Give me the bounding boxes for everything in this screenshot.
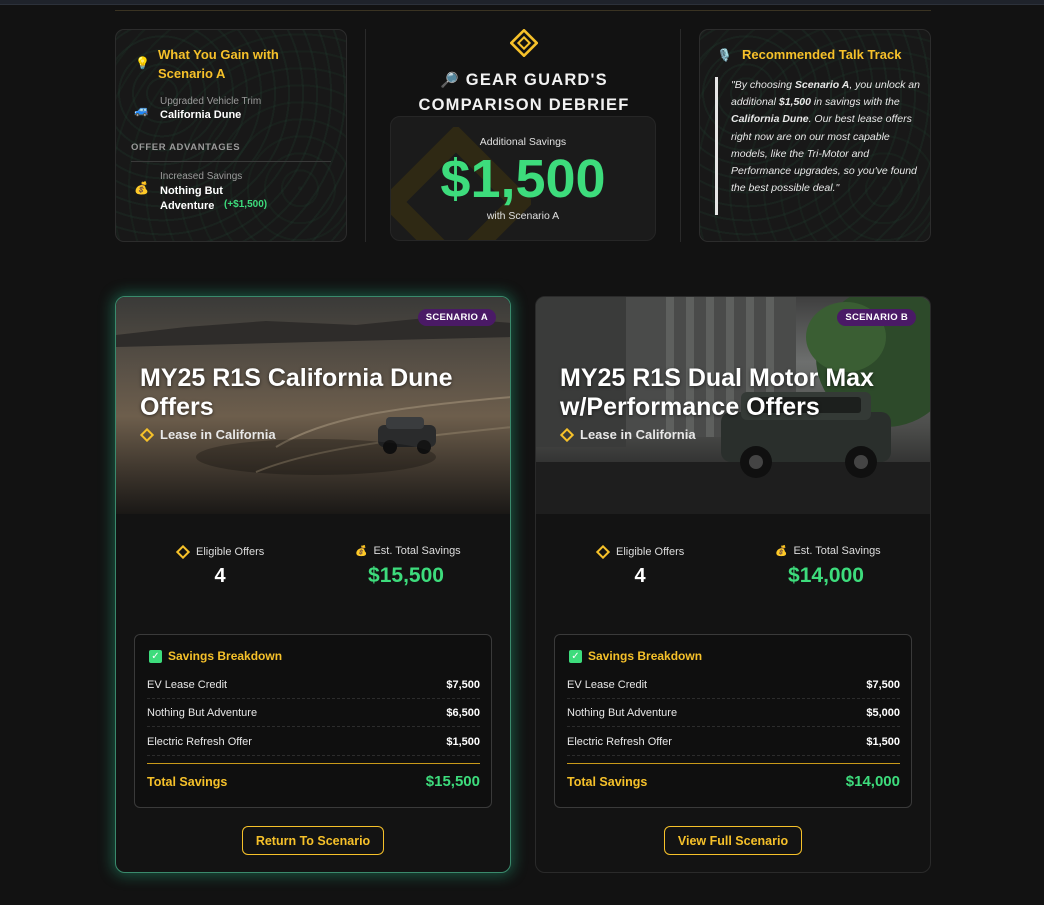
breakdown-row: Electric Refresh Offer $1,500 bbox=[567, 728, 900, 756]
money-bag-icon: 💰 bbox=[775, 545, 788, 557]
lightbulb-icon: 💡 bbox=[135, 56, 150, 70]
scenario-a-est-value: $15,500 bbox=[368, 564, 444, 587]
advantages-divider bbox=[131, 161, 331, 162]
scenario-b-est-label: 💰 Est. Total Savings bbox=[775, 545, 881, 557]
scenario-a-breakdown: ✓ Savings Breakdown EV Lease Credit $7,50… bbox=[134, 634, 492, 808]
scenario-a-est-label: 💰 Est. Total Savings bbox=[355, 545, 461, 557]
breakdown-row: EV Lease Credit $7,500 bbox=[567, 671, 900, 699]
scenario-b-badge: SCENARIO B bbox=[837, 309, 916, 326]
breakdown-row: Nothing But Adventure $5,000 bbox=[567, 699, 900, 727]
scenario-a-breakdown-title: ✓ Savings Breakdown bbox=[149, 649, 282, 663]
scenario-b-card: SCENARIO B MY25 R1S Dual Motor Max w/Per… bbox=[535, 296, 931, 873]
scenario-b-eligible-value: 4 bbox=[634, 565, 646, 587]
additional-savings-box: Additional Savings $1,500 with Scenario … bbox=[390, 116, 656, 241]
savings-delta: (+$1,500) bbox=[224, 199, 268, 210]
scenario-b-eligible-label: Eligible Offers bbox=[596, 545, 684, 559]
panel-divider-left bbox=[365, 29, 366, 242]
breakdown-row: Electric Refresh Offer $1,500 bbox=[147, 728, 480, 756]
scenario-b-est-value: $14,000 bbox=[788, 564, 864, 587]
diamond-icon bbox=[596, 545, 610, 559]
scenario-b-hero-image: SCENARIO B MY25 R1S Dual Motor Max w/Per… bbox=[536, 297, 930, 514]
advantages-heading: OFFER ADVANTAGES bbox=[131, 142, 241, 153]
magnifier-icon: 🔎 bbox=[440, 72, 460, 89]
gain-panel: 💡 What You Gain with Scenario A 🚙 Upgrad… bbox=[115, 29, 347, 242]
talk-track-panel: 🎙️ Recommended Talk Track "By choosing S… bbox=[699, 29, 931, 242]
gain-title: What You Gain with Scenario A bbox=[158, 47, 279, 81]
scenario-b-title: MY25 R1S Dual Motor Max w/Performance Of… bbox=[560, 364, 874, 421]
microphone-icon: 🎙️ bbox=[717, 48, 732, 62]
diamond-icon bbox=[560, 427, 574, 442]
additional-savings-sub: with Scenario A bbox=[486, 210, 560, 222]
scenario-a-eligible-value: 4 bbox=[214, 565, 226, 587]
breakdown-row: Nothing But Adventure $6,500 bbox=[147, 699, 480, 727]
total-divider bbox=[567, 763, 900, 764]
top-divider bbox=[115, 10, 931, 11]
talk-track-quote: "By choosing Scenario A, you unlock an a… bbox=[731, 79, 920, 195]
scenario-b-lease-text: Lease in California bbox=[580, 427, 696, 442]
additional-savings-value: $1,500 bbox=[440, 149, 606, 209]
scenario-a-hero-image: SCENARIO A MY25 R1S California Dune Offe… bbox=[116, 297, 510, 514]
breakdown-row: EV Lease Credit $7,500 bbox=[147, 671, 480, 699]
total-divider bbox=[147, 763, 480, 764]
money-bag-icon: 💰 bbox=[355, 545, 368, 557]
check-icon: ✓ bbox=[149, 649, 162, 663]
scenario-a-title: MY25 R1S California Dune Offers bbox=[140, 364, 453, 421]
diamond-logo-icon bbox=[510, 29, 538, 57]
money-bag-icon: 💰 bbox=[134, 181, 149, 195]
trim-value: California Dune bbox=[160, 109, 242, 121]
panel-divider-right bbox=[680, 29, 681, 242]
talk-track-title: Recommended Talk Track bbox=[742, 47, 902, 62]
savings-label: Increased Savings bbox=[160, 171, 243, 182]
window-top-strip bbox=[0, 0, 1044, 5]
diamond-icon bbox=[140, 427, 154, 442]
scenario-a-badge: SCENARIO A bbox=[417, 309, 496, 326]
quote-bar bbox=[715, 77, 718, 215]
scenario-a-total: Total Savings $15,500 bbox=[147, 773, 480, 790]
scenario-a-card: SCENARIO A MY25 R1S California Dune Offe… bbox=[115, 296, 511, 873]
scenario-b-lease: Lease in California bbox=[560, 427, 696, 442]
return-to-scenario-button[interactable]: Return To Scenario bbox=[242, 826, 384, 855]
car-icon: 🚙 bbox=[134, 103, 149, 117]
diamond-icon bbox=[176, 545, 190, 559]
scenario-a-lease-text: Lease in California bbox=[160, 427, 276, 442]
debrief-title: 🔎 GEAR GUARD'S COMPARISON DEBRIEF bbox=[392, 68, 656, 117]
trim-label: Upgraded Vehicle Trim bbox=[160, 96, 262, 107]
check-icon: ✓ bbox=[569, 649, 582, 663]
scenario-a-eligible-label: Eligible Offers bbox=[176, 545, 264, 559]
view-full-scenario-button[interactable]: View Full Scenario bbox=[664, 826, 802, 855]
scenario-b-breakdown: ✓ Savings Breakdown EV Lease Credit $7,50… bbox=[554, 634, 912, 808]
scenario-b-total: Total Savings $14,000 bbox=[567, 773, 900, 790]
scenario-a-lease: Lease in California bbox=[140, 427, 276, 442]
scenario-b-breakdown-title: ✓ Savings Breakdown bbox=[569, 649, 702, 663]
